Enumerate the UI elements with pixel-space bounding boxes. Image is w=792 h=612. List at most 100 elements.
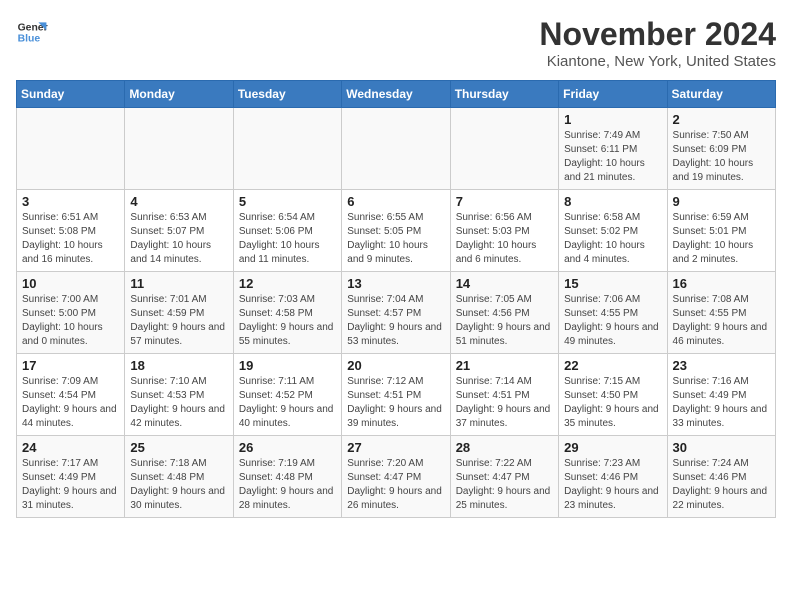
day-number: 28 — [456, 440, 553, 455]
month-title: November 2024 — [539, 16, 776, 53]
calendar-day-cell: 19 Sunrise: 7:11 AM Sunset: 4:52 PM Dayli… — [233, 354, 341, 436]
day-number: 26 — [239, 440, 336, 455]
day-info: Sunrise: 7:12 AM Sunset: 4:51 PM Dayligh… — [347, 375, 444, 431]
day-info: Sunrise: 6:53 AM Sunset: 5:07 PM Dayligh… — [130, 211, 227, 267]
day-number: 29 — [564, 440, 661, 455]
day-number: 4 — [130, 194, 227, 209]
calendar-day-cell: 2 Sunrise: 7:50 AM Sunset: 6:09 PM Daylig… — [667, 108, 775, 190]
day-info: Sunrise: 7:24 AM Sunset: 4:46 PM Dayligh… — [673, 457, 770, 513]
day-info: Sunrise: 7:15 AM Sunset: 4:50 PM Dayligh… — [564, 375, 661, 431]
day-info: Sunrise: 6:56 AM Sunset: 5:03 PM Dayligh… — [456, 211, 553, 267]
day-number: 12 — [239, 276, 336, 291]
calendar-day-cell: 30 Sunrise: 7:24 AM Sunset: 4:46 PM Dayli… — [667, 436, 775, 518]
calendar-day-cell: 3 Sunrise: 6:51 AM Sunset: 5:08 PM Daylig… — [17, 190, 125, 272]
day-number: 1 — [564, 112, 661, 127]
calendar-day-cell: 27 Sunrise: 7:20 AM Sunset: 4:47 PM Dayli… — [342, 436, 450, 518]
weekday-header-cell: Tuesday — [233, 81, 341, 108]
day-number: 19 — [239, 358, 336, 373]
day-number: 6 — [347, 194, 444, 209]
calendar-day-cell: 1 Sunrise: 7:49 AM Sunset: 6:11 PM Daylig… — [559, 108, 667, 190]
calendar-day-cell: 26 Sunrise: 7:19 AM Sunset: 4:48 PM Dayli… — [233, 436, 341, 518]
day-info: Sunrise: 7:49 AM Sunset: 6:11 PM Dayligh… — [564, 129, 661, 185]
day-number: 27 — [347, 440, 444, 455]
calendar-day-cell: 15Sunrise: 7:06 AM Sunset: 4:55 PM Dayli… — [559, 272, 667, 354]
day-info: Sunrise: 7:10 AM Sunset: 4:53 PM Dayligh… — [130, 375, 227, 431]
day-info: Sunrise: 7:00 AM Sunset: 5:00 PM Dayligh… — [22, 293, 119, 349]
calendar-day-cell: 8Sunrise: 6:58 AM Sunset: 5:02 PM Daylig… — [559, 190, 667, 272]
page-header: General Blue November 2024 Kiantone, New… — [16, 16, 776, 70]
weekday-header-cell: Thursday — [450, 81, 558, 108]
day-number: 7 — [456, 194, 553, 209]
day-info: Sunrise: 6:58 AM Sunset: 5:02 PM Dayligh… — [564, 211, 661, 267]
day-number: 9 — [673, 194, 770, 209]
day-number: 2 — [673, 112, 770, 127]
logo: General Blue — [16, 16, 48, 48]
calendar-day-cell: 24Sunrise: 7:17 AM Sunset: 4:49 PM Dayli… — [17, 436, 125, 518]
calendar-day-cell: 6 Sunrise: 6:55 AM Sunset: 5:05 PM Daylig… — [342, 190, 450, 272]
calendar-day-cell: 13 Sunrise: 7:04 AM Sunset: 4:57 PM Dayli… — [342, 272, 450, 354]
calendar-day-cell: 18Sunrise: 7:10 AM Sunset: 4:53 PM Dayli… — [125, 354, 233, 436]
calendar-table: SundayMondayTuesdayWednesdayThursdayFrid… — [16, 80, 776, 518]
calendar-day-cell: 10 Sunrise: 7:00 AM Sunset: 5:00 PM Dayli… — [17, 272, 125, 354]
day-number: 3 — [22, 194, 119, 209]
calendar-day-cell: 14 Sunrise: 7:05 AM Sunset: 4:56 PM Dayli… — [450, 272, 558, 354]
calendar-day-cell — [17, 108, 125, 190]
calendar-day-cell: 5Sunrise: 6:54 AM Sunset: 5:06 PM Daylig… — [233, 190, 341, 272]
day-info: Sunrise: 6:59 AM Sunset: 5:01 PM Dayligh… — [673, 211, 770, 267]
calendar-day-cell: 9 Sunrise: 6:59 AM Sunset: 5:01 PM Daylig… — [667, 190, 775, 272]
day-number: 20 — [347, 358, 444, 373]
calendar-day-cell: 23 Sunrise: 7:16 AM Sunset: 4:49 PM Dayli… — [667, 354, 775, 436]
day-info: Sunrise: 7:08 AM Sunset: 4:55 PM Dayligh… — [673, 293, 770, 349]
day-info: Sunrise: 7:20 AM Sunset: 4:47 PM Dayligh… — [347, 457, 444, 513]
calendar-week-row: 24Sunrise: 7:17 AM Sunset: 4:49 PM Dayli… — [17, 436, 776, 518]
calendar-day-cell: 7 Sunrise: 6:56 AM Sunset: 5:03 PM Daylig… — [450, 190, 558, 272]
calendar-body: 1 Sunrise: 7:49 AM Sunset: 6:11 PM Daylig… — [17, 108, 776, 518]
day-info: Sunrise: 7:50 AM Sunset: 6:09 PM Dayligh… — [673, 129, 770, 185]
calendar-day-cell: 28 Sunrise: 7:22 AM Sunset: 4:47 PM Dayli… — [450, 436, 558, 518]
day-number: 23 — [673, 358, 770, 373]
title-block: November 2024 Kiantone, New York, United… — [539, 16, 776, 70]
calendar-week-row: 1 Sunrise: 7:49 AM Sunset: 6:11 PM Daylig… — [17, 108, 776, 190]
calendar-day-cell — [450, 108, 558, 190]
day-info: Sunrise: 7:04 AM Sunset: 4:57 PM Dayligh… — [347, 293, 444, 349]
weekday-header-cell: Wednesday — [342, 81, 450, 108]
day-number: 10 — [22, 276, 119, 291]
calendar-day-cell: 29 Sunrise: 7:23 AM Sunset: 4:46 PM Dayli… — [559, 436, 667, 518]
day-info: Sunrise: 7:16 AM Sunset: 4:49 PM Dayligh… — [673, 375, 770, 431]
calendar-day-cell: 12 Sunrise: 7:03 AM Sunset: 4:58 PM Dayli… — [233, 272, 341, 354]
weekday-header-cell: Sunday — [17, 81, 125, 108]
logo-icon: General Blue — [16, 16, 48, 48]
day-info: Sunrise: 7:01 AM Sunset: 4:59 PM Dayligh… — [130, 293, 227, 349]
day-number: 24 — [22, 440, 119, 455]
day-info: Sunrise: 7:23 AM Sunset: 4:46 PM Dayligh… — [564, 457, 661, 513]
day-info: Sunrise: 6:51 AM Sunset: 5:08 PM Dayligh… — [22, 211, 119, 267]
weekday-header-cell: Friday — [559, 81, 667, 108]
day-info: Sunrise: 7:03 AM Sunset: 4:58 PM Dayligh… — [239, 293, 336, 349]
day-number: 5 — [239, 194, 336, 209]
location-title: Kiantone, New York, United States — [539, 53, 776, 70]
calendar-day-cell — [125, 108, 233, 190]
day-info: Sunrise: 7:05 AM Sunset: 4:56 PM Dayligh… — [456, 293, 553, 349]
day-info: Sunrise: 7:22 AM Sunset: 4:47 PM Dayligh… — [456, 457, 553, 513]
weekday-header-cell: Saturday — [667, 81, 775, 108]
day-info: Sunrise: 7:14 AM Sunset: 4:51 PM Dayligh… — [456, 375, 553, 431]
day-number: 13 — [347, 276, 444, 291]
calendar-day-cell: 17Sunrise: 7:09 AM Sunset: 4:54 PM Dayli… — [17, 354, 125, 436]
day-number: 14 — [456, 276, 553, 291]
day-info: Sunrise: 6:55 AM Sunset: 5:05 PM Dayligh… — [347, 211, 444, 267]
calendar-day-cell — [342, 108, 450, 190]
calendar-week-row: 3 Sunrise: 6:51 AM Sunset: 5:08 PM Daylig… — [17, 190, 776, 272]
day-number: 25 — [130, 440, 227, 455]
calendar-day-cell: 11Sunrise: 7:01 AM Sunset: 4:59 PM Dayli… — [125, 272, 233, 354]
calendar-day-cell: 21Sunrise: 7:14 AM Sunset: 4:51 PM Dayli… — [450, 354, 558, 436]
day-info: Sunrise: 7:11 AM Sunset: 4:52 PM Dayligh… — [239, 375, 336, 431]
calendar-week-row: 17Sunrise: 7:09 AM Sunset: 4:54 PM Dayli… — [17, 354, 776, 436]
calendar-day-cell — [233, 108, 341, 190]
calendar-day-cell: 16Sunrise: 7:08 AM Sunset: 4:55 PM Dayli… — [667, 272, 775, 354]
day-number: 17 — [22, 358, 119, 373]
day-info: Sunrise: 7:06 AM Sunset: 4:55 PM Dayligh… — [564, 293, 661, 349]
day-number: 22 — [564, 358, 661, 373]
day-info: Sunrise: 7:19 AM Sunset: 4:48 PM Dayligh… — [239, 457, 336, 513]
day-number: 30 — [673, 440, 770, 455]
calendar-day-cell: 22 Sunrise: 7:15 AM Sunset: 4:50 PM Dayli… — [559, 354, 667, 436]
